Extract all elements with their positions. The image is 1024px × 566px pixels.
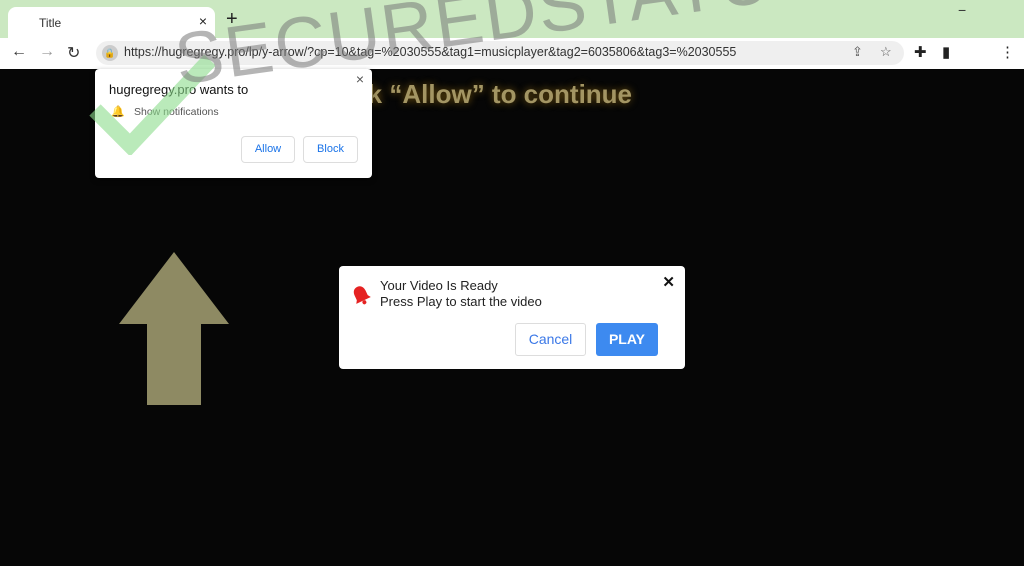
extensions-icon[interactable]: ✚	[914, 43, 927, 61]
dialog-subtitle: Press Play to start the video	[380, 294, 542, 309]
sidepanel-icon[interactable]: ▮	[942, 43, 950, 61]
bell-icon: 🔔	[111, 106, 125, 118]
menu-icon[interactable]: ⋮	[1000, 43, 1015, 61]
star-icon[interactable]: ☆	[880, 44, 892, 60]
minimize-button[interactable]: −	[958, 2, 966, 18]
forward-icon[interactable]: →	[39, 43, 55, 61]
back-icon[interactable]: ←	[11, 43, 27, 61]
prompt-close-icon[interactable]: ×	[356, 71, 364, 87]
tab-close-icon[interactable]: ×	[199, 13, 207, 29]
url-text[interactable]: https://hugregregy.pro/lp/y-arrow/?cp=10…	[124, 45, 736, 59]
notification-permission-prompt: hugregregy.pro wants to × 🔔 Show notific…	[95, 69, 372, 178]
allow-button[interactable]: Allow	[241, 136, 295, 163]
video-ready-dialog: Your Video Is Ready Press Play to start …	[339, 266, 685, 369]
dialog-close-icon[interactable]: ✕	[662, 273, 675, 291]
block-button[interactable]: Block	[303, 136, 358, 163]
browser-toolbar: ← → ↻ 🔒 https://hugregregy.pro/lp/y-arro…	[0, 38, 1024, 69]
lock-icon[interactable]: 🔒	[102, 45, 118, 61]
tab-bar: Title × + −	[0, 0, 1024, 38]
permission-text: Show notifications	[134, 106, 219, 118]
new-tab-button[interactable]: +	[226, 9, 238, 29]
reload-icon[interactable]: ↻	[67, 43, 80, 63]
dialog-title: Your Video Is Ready	[380, 278, 498, 293]
browser-tab[interactable]: Title ×	[8, 7, 215, 38]
tab-title: Title	[39, 16, 62, 30]
bell-icon	[353, 286, 371, 305]
cancel-button[interactable]: Cancel	[515, 323, 586, 356]
address-bar[interactable]: 🔒 https://hugregregy.pro/lp/y-arrow/?cp=…	[96, 41, 904, 65]
up-arrow-icon	[119, 252, 229, 405]
prompt-title: hugregregy.pro wants to	[109, 82, 249, 97]
share-icon[interactable]: ⇪	[852, 44, 863, 60]
play-button[interactable]: PLAY	[596, 323, 658, 356]
